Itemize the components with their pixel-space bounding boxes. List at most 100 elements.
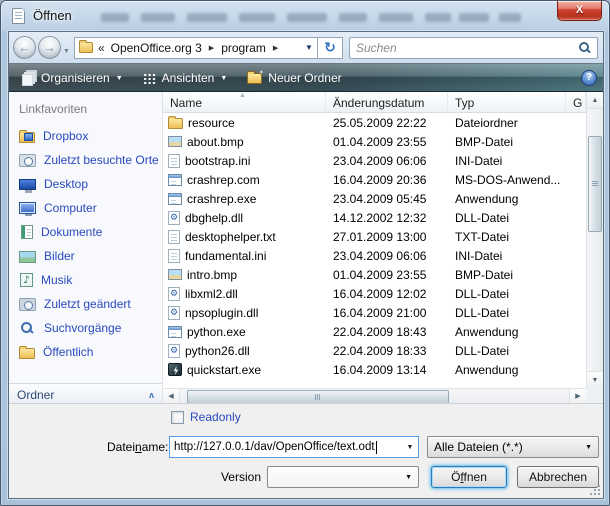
- file-name: quickstart.exe: [187, 363, 261, 377]
- sidebar-item-pictures[interactable]: Bilder: [9, 244, 162, 268]
- file-type: DLL-Datei: [448, 287, 566, 301]
- new-folder-label: Neuer Ordner: [268, 71, 341, 85]
- file-name: dbghelp.dll: [185, 211, 243, 225]
- sidebar-item-recently-changed[interactable]: Zuletzt geändert: [9, 292, 162, 316]
- folders-expander[interactable]: Ordner ᴧ: [9, 383, 162, 405]
- address-dropdown-icon[interactable]: ▼: [305, 43, 313, 52]
- file-row[interactable]: crashrep.com16.04.2009 20:36MS-DOS-Anwen…: [163, 170, 586, 189]
- filename-input[interactable]: http://127.0.0.1/dav/OpenOffice/text.odt…: [169, 436, 419, 458]
- dll-file-icon: [168, 287, 180, 301]
- scroll-down-button[interactable]: ▼: [587, 371, 603, 388]
- sidebar-item-computer[interactable]: Computer: [9, 196, 162, 220]
- folder-icon: [168, 118, 183, 129]
- file-date: 16.04.2009 20:36: [326, 173, 448, 187]
- file-row[interactable]: libxml2.dll 16.04.2009 12:02DLL-Datei: [163, 284, 586, 303]
- file-row[interactable]: intro.bmp01.04.2009 23:55BMP-Datei: [163, 265, 586, 284]
- search-icon[interactable]: [578, 41, 591, 54]
- chevron-right-icon[interactable]: ▶: [273, 44, 278, 52]
- file-type: Anwendung: [448, 363, 566, 377]
- breadcrumb-item-openoffice[interactable]: OpenOffice.org 3: [111, 41, 202, 55]
- column-header-date[interactable]: Änderungsdatum: [326, 92, 448, 112]
- sidebar-item-recent-places[interactable]: Zuletzt besuchte Orte: [9, 148, 162, 172]
- horizontal-scroll-thumb[interactable]: [187, 390, 449, 404]
- chevron-down-icon[interactable]: ▼: [402, 444, 418, 451]
- organize-button[interactable]: Organisieren ▼: [15, 68, 130, 88]
- sidebar-item-label: Dropbox: [43, 129, 88, 143]
- file-row[interactable]: python.exe22.04.2009 18:43Anwendung: [163, 322, 586, 341]
- chevron-right-icon[interactable]: ▶: [209, 44, 214, 52]
- file-row[interactable]: dbghelp.dll14.12.2002 12:32DLL-Datei: [163, 208, 586, 227]
- help-button[interactable]: ?: [581, 70, 597, 86]
- background-window-blur: [425, 13, 451, 22]
- resize-grip[interactable]: [589, 484, 601, 496]
- file-type: INI-Datei: [448, 249, 566, 263]
- chevron-down-icon: ▼: [405, 474, 418, 481]
- file-date: 16.04.2009 12:02: [326, 287, 448, 301]
- file-date: 22.04.2009 18:43: [326, 325, 448, 339]
- chevron-up-icon: ᴧ: [149, 390, 154, 400]
- views-button[interactable]: Ansichten ▼: [136, 68, 235, 88]
- file-row[interactable]: quickstart.exe16.04.2009 13:14Anwendung: [163, 360, 586, 379]
- vertical-scroll-thumb[interactable]: [588, 136, 602, 232]
- sidebar-item-label: Bilder: [44, 249, 75, 263]
- vertical-scrollbar[interactable]: ▲ ▼: [586, 92, 603, 388]
- dll-file-icon: [168, 344, 180, 358]
- file-date: 01.04.2009 23:55: [326, 135, 448, 149]
- sidebar-item-label: Dokumente: [41, 225, 102, 239]
- column-header-size[interactable]: G: [566, 92, 586, 112]
- sidebar-item-music[interactable]: ♪Musik: [9, 268, 162, 292]
- readonly-checkbox[interactable]: [171, 411, 184, 424]
- readonly-option[interactable]: Readonly: [171, 410, 241, 424]
- sidebar-item-label: Computer: [44, 201, 97, 215]
- file-row[interactable]: fundamental.ini23.04.2009 06:06INI-Datei: [163, 246, 586, 265]
- sidebar-item-public[interactable]: Öffentlich: [9, 340, 162, 364]
- file-row[interactable]: python26.dll22.04.2009 18:33DLL-Datei: [163, 341, 586, 360]
- breadcrumb[interactable]: « OpenOffice.org 3 ▶ program ▶ ▼: [74, 37, 318, 59]
- sidebar-item-dropbox[interactable]: Dropbox: [9, 124, 162, 148]
- file-name: python26.dll: [185, 344, 250, 358]
- cancel-button[interactable]: Abbrechen: [517, 466, 599, 488]
- image-file-icon: [168, 269, 182, 280]
- dialog-footer: Readonly Dateiname: http://127.0.0.1/dav…: [9, 403, 603, 498]
- scroll-up-button[interactable]: ▲: [587, 92, 603, 109]
- sidebar-item-desktop[interactable]: Desktop: [9, 172, 162, 196]
- history-dropdown-icon[interactable]: ▼: [63, 48, 70, 55]
- forward-button[interactable]: →: [38, 36, 61, 59]
- text-file-icon: [168, 249, 180, 263]
- file-type: BMP-Datei: [448, 268, 566, 282]
- new-folder-button[interactable]: Neuer Ordner: [240, 68, 348, 88]
- titlebar[interactable]: Öffnen X: [1, 1, 609, 31]
- file-row[interactable]: about.bmp01.04.2009 23:55BMP-Datei: [163, 132, 586, 151]
- document-icon: [12, 8, 25, 24]
- back-icon: ←: [18, 40, 31, 55]
- file-row[interactable]: npsoplugin.dll16.04.2009 21:00DLL-Datei: [163, 303, 586, 322]
- application-file-icon: [168, 193, 182, 205]
- sidebar-item-label: Desktop: [44, 177, 88, 191]
- documents-icon: [21, 225, 33, 239]
- file-row[interactable]: crashrep.exe23.04.2009 05:45Anwendung: [163, 189, 586, 208]
- version-select[interactable]: ▼: [267, 466, 419, 488]
- file-row[interactable]: resource25.05.2009 22:22Dateiordner: [163, 113, 586, 132]
- text-file-icon: [168, 154, 180, 168]
- breadcrumb-overflow-icon[interactable]: «: [98, 41, 105, 55]
- favorites-sidebar: Linkfavoriten Dropbox Zuletzt besuchte O…: [9, 92, 163, 405]
- sidebar-item-documents[interactable]: Dokumente: [9, 220, 162, 244]
- file-type: DLL-Datei: [448, 306, 566, 320]
- filename-value: http://127.0.0.1/dav/OpenOffice/text.odt: [170, 441, 375, 453]
- organize-label: Organisieren: [41, 71, 110, 85]
- computer-icon: [19, 202, 36, 214]
- refresh-button[interactable]: ↻: [318, 37, 343, 59]
- close-button[interactable]: X: [557, 1, 602, 21]
- public-folder-icon: [19, 348, 35, 359]
- file-type: Anwendung: [448, 192, 566, 206]
- sidebar-item-searches[interactable]: Suchvorgänge: [9, 316, 162, 340]
- file-row[interactable]: desktophelper.txt27.01.2009 13:00TXT-Dat…: [163, 227, 586, 246]
- file-name: libxml2.dll: [185, 287, 238, 301]
- filetype-select[interactable]: Alle Dateien (*.*) ▼: [427, 436, 599, 458]
- breadcrumb-item-program[interactable]: program: [221, 41, 266, 55]
- back-button[interactable]: ←: [13, 36, 36, 59]
- column-header-type[interactable]: Typ: [448, 92, 566, 112]
- open-button[interactable]: Öffnen: [431, 466, 507, 488]
- search-input[interactable]: Suchen: [349, 37, 598, 59]
- file-row[interactable]: bootstrap.ini23.04.2009 06:06INI-Datei: [163, 151, 586, 170]
